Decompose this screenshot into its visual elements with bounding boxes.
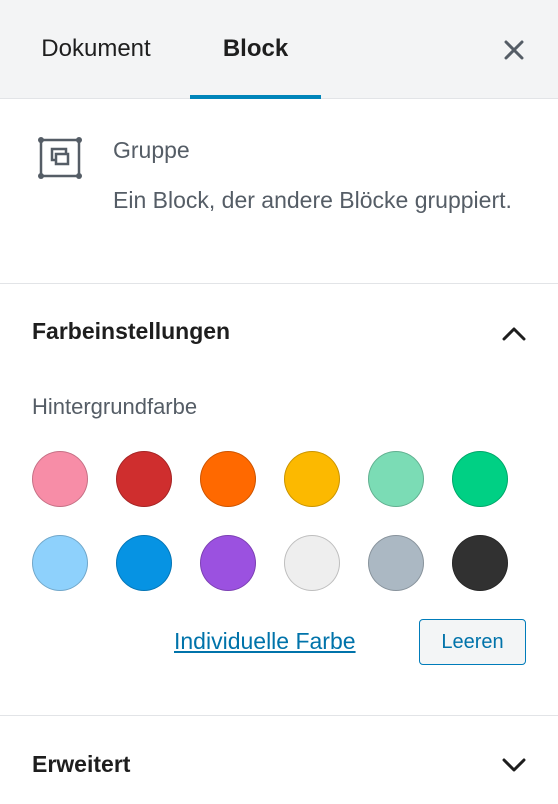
color-swatch-vivid-purple[interactable] <box>200 535 256 591</box>
sidebar-tabs: Dokument Block <box>0 0 558 99</box>
color-swatch-pale-pink[interactable] <box>32 451 88 507</box>
color-swatch-very-dark-gray[interactable] <box>452 535 508 591</box>
background-color-label: Hintergrundfarbe <box>32 394 198 419</box>
color-swatch-luminous-vivid-orange[interactable] <box>200 451 256 507</box>
close-icon[interactable] <box>494 30 534 70</box>
tab-block[interactable]: Block <box>190 0 321 99</box>
clear-color-button[interactable]: Leeren <box>419 619 526 665</box>
custom-color-link[interactable]: Individuelle Farbe <box>174 628 356 655</box>
chevron-up-icon[interactable] <box>498 318 530 350</box>
color-settings-title[interactable]: Farbeinstellungen <box>32 318 230 345</box>
color-swatch-cyan-bluish-gray[interactable] <box>368 535 424 591</box>
block-title: Gruppe <box>113 137 190 163</box>
color-swatch-vivid-green-cyan[interactable] <box>452 451 508 507</box>
color-settings-panel: Farbeinstellungen Hintergrundfarbe Indiv… <box>0 284 558 716</box>
group-block-icon <box>38 137 82 179</box>
color-swatch-pale-cyan-blue[interactable] <box>32 535 88 591</box>
chevron-down-icon[interactable] <box>498 749 530 781</box>
color-swatch-very-light-gray[interactable] <box>284 535 340 591</box>
tab-document[interactable]: Dokument <box>32 0 160 98</box>
advanced-panel: Erweitert <box>0 716 558 804</box>
color-swatch-vivid-cyan-blue[interactable] <box>116 535 172 591</box>
color-swatch-light-green-cyan[interactable] <box>368 451 424 507</box>
color-swatch-luminous-vivid-amber[interactable] <box>284 451 340 507</box>
color-swatch-vivid-red[interactable] <box>116 451 172 507</box>
block-card: Gruppe Ein Block, der andere Blöcke grup… <box>0 99 558 284</box>
advanced-panel-title[interactable]: Erweitert <box>32 751 130 778</box>
block-description: Ein Block, der andere Blöcke gruppiert. <box>113 187 512 213</box>
